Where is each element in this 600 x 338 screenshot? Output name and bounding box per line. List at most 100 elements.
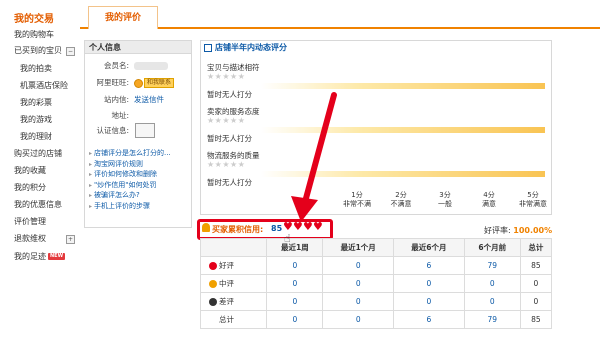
collapse-icon[interactable]: − xyxy=(66,47,75,56)
sidebar-item-footprint[interactable]: 我的足迹 NEW xyxy=(14,250,66,264)
rating-none-text: 暂时无人打分 xyxy=(207,178,252,187)
row-label-total: 总计 xyxy=(199,310,268,329)
sidebar-item-points[interactable]: 我的积分 xyxy=(14,181,46,195)
member-label: 会员名: xyxy=(103,61,129,70)
sidebar-item-auction[interactable]: 我的拍卖 xyxy=(20,62,52,76)
table-cell[interactable]: 0 xyxy=(266,274,324,293)
help-link[interactable]: ▸ 店铺评分是怎么打分的... xyxy=(89,148,193,159)
table-cell[interactable]: 0 xyxy=(393,292,465,311)
wangwang-row: 阿里旺旺: 和我联系 xyxy=(85,77,191,89)
table-cell[interactable]: 0 xyxy=(463,292,521,311)
help-link[interactable]: ▸ 被骗评怎么办? xyxy=(89,190,193,201)
table-cell[interactable]: 79 xyxy=(463,310,521,329)
table-header: 最近1周 xyxy=(266,238,324,257)
table-cell[interactable]: 79 xyxy=(463,256,521,275)
sidebar-item-cart[interactable]: 我的购物车 xyxy=(14,28,54,42)
table-cell[interactable]: 6 xyxy=(393,256,465,275)
table-cell[interactable]: 0 xyxy=(266,256,324,275)
rating-stars: ★★★★★ xyxy=(207,160,246,169)
scale-5: 5分 非常满意 xyxy=(519,191,547,208)
rating-bar xyxy=(261,171,545,177)
bullet-icon: ▸ xyxy=(89,150,93,157)
bad-review-icon xyxy=(209,298,217,306)
address-label: 地址: xyxy=(111,111,129,120)
rating-none-text: 暂时无人打分 xyxy=(207,134,252,143)
sidebar-item-coupons[interactable]: 我的优惠信息 xyxy=(14,198,62,212)
rating-none-text: 暂时无人打分 xyxy=(207,90,252,99)
wangwang-label: 阿里旺旺: xyxy=(96,78,129,87)
contact-me-badge[interactable]: 和我联系 xyxy=(144,78,175,88)
table-cell[interactable]: 0 xyxy=(463,274,521,293)
help-link[interactable]: ▸ "炒作信用"如何处罚 xyxy=(89,180,193,191)
expand-icon[interactable]: + xyxy=(66,235,75,244)
rating-header: 店铺半年内动态评分 xyxy=(201,41,551,55)
rating-stars: ★★★★★ xyxy=(207,116,246,125)
sidebar-item-refund[interactable]: 退款维权 xyxy=(14,232,46,246)
scale-1: 1分 非常不满 xyxy=(343,191,371,208)
help-link[interactable]: ▸ 评价如何修改和删除 xyxy=(89,169,193,180)
wangwang-contact[interactable]: 和我联系 xyxy=(134,77,175,89)
sidebar-item-favorites[interactable]: 我的收藏 xyxy=(14,164,46,178)
table-cell: 85 xyxy=(519,256,553,275)
help-link[interactable]: ▸ 手机上评价的步骤 xyxy=(89,201,193,212)
good-review-icon xyxy=(209,262,217,270)
table-row: 好评 0 0 6 79 85 xyxy=(199,256,553,275)
id-card-icon[interactable] xyxy=(135,123,155,138)
sidebar-item-lottery[interactable]: 我的彩票 xyxy=(20,96,52,110)
neutral-review-icon xyxy=(209,280,217,288)
table-header-row: 最近1周 最近1个月 最近6个月 6个月前 总计 xyxy=(199,238,553,257)
send-letter-link[interactable]: 发送信件 xyxy=(134,94,164,106)
personal-info-header: 个人信息 xyxy=(85,41,191,54)
bullet-icon: ▸ xyxy=(89,171,93,178)
table-row: 差评 0 0 0 0 0 xyxy=(199,292,553,311)
rating-bar xyxy=(261,127,545,133)
table-cell[interactable]: 0 xyxy=(266,292,324,311)
rating-header-icon xyxy=(204,44,212,52)
tab-my-reviews[interactable]: 我的评价 xyxy=(88,6,158,29)
hand-cursor-icon: ☝ xyxy=(284,232,291,245)
cert-row: 认证信息: xyxy=(85,123,191,138)
sidebar-item-reviews[interactable]: 评价管理 xyxy=(14,215,46,229)
table-row: 中评 0 0 0 0 0 xyxy=(199,274,553,293)
rating-stars: ★★★★★ xyxy=(207,72,246,81)
table-row: 总计 0 0 6 79 85 xyxy=(199,310,553,329)
table-header xyxy=(199,238,268,257)
wangwang-icon xyxy=(134,78,143,88)
sidebar-item-games[interactable]: 我的游戏 xyxy=(20,113,52,127)
address-row: 地址: xyxy=(85,110,191,122)
bullet-icon: ▸ xyxy=(89,192,93,199)
table-cell[interactable]: 0 xyxy=(266,310,324,329)
help-link[interactable]: ▸ 淘宝网评价规则 xyxy=(89,159,193,170)
table-cell: 0 xyxy=(519,274,553,293)
table-header: 6个月前 xyxy=(463,238,521,257)
sidebar-item-bought[interactable]: 已买到的宝贝 xyxy=(14,44,62,58)
table-cell[interactable]: 0 xyxy=(322,310,395,329)
tab-bar: 我的评价 xyxy=(80,0,600,29)
table-cell: 85 xyxy=(519,310,553,329)
member-name-blurred xyxy=(134,60,168,72)
rating-bar xyxy=(261,83,545,89)
bullet-icon: ▸ xyxy=(89,202,93,210)
member-row: 会员名: xyxy=(85,60,191,72)
review-stats-table: 最近1周 最近1个月 最近6个月 6个月前 总计 好评 0 0 6 79 85 … xyxy=(199,238,553,329)
new-badge: NEW xyxy=(48,253,66,260)
personal-info-panel: 个人信息 会员名: 阿里旺旺: 和我联系 站内信: 发送信件 地址: 认证信息:… xyxy=(84,40,192,228)
table-cell[interactable]: 0 xyxy=(322,274,395,293)
annotation-highlight-box xyxy=(197,219,333,240)
table-cell[interactable]: 6 xyxy=(393,310,465,329)
sidebar-title: 我的交易 xyxy=(14,14,54,25)
letter-row: 站内信: 发送信件 xyxy=(85,94,191,106)
sidebar-item-shops[interactable]: 购买过的店铺 xyxy=(14,147,62,161)
table-cell[interactable]: 0 xyxy=(322,292,395,311)
shop-rating-panel: 店铺半年内动态评分 宝贝与描述相符 ★★★★★ 暂时无人打分 卖家的服务态度 ★… xyxy=(200,40,552,215)
sidebar-item-footprint-label: 我的足迹 xyxy=(14,252,46,261)
cert-label: 认证信息: xyxy=(96,126,129,135)
bullet-icon: ▸ xyxy=(89,160,93,168)
table-cell[interactable]: 0 xyxy=(322,256,395,275)
sidebar-item-finance[interactable]: 我的理财 xyxy=(20,130,52,144)
sidebar-item-travel[interactable]: 机票酒店保险 xyxy=(20,79,68,93)
bullet-icon: ▸ xyxy=(89,181,93,189)
table-cell[interactable]: 0 xyxy=(393,274,465,293)
row-label-neutral: 中评 xyxy=(199,274,268,293)
help-links: ▸ 店铺评分是怎么打分的... ▸ 淘宝网评价规则 ▸ 评价如何修改和删除 ▸ "炒作信… xyxy=(89,148,193,211)
